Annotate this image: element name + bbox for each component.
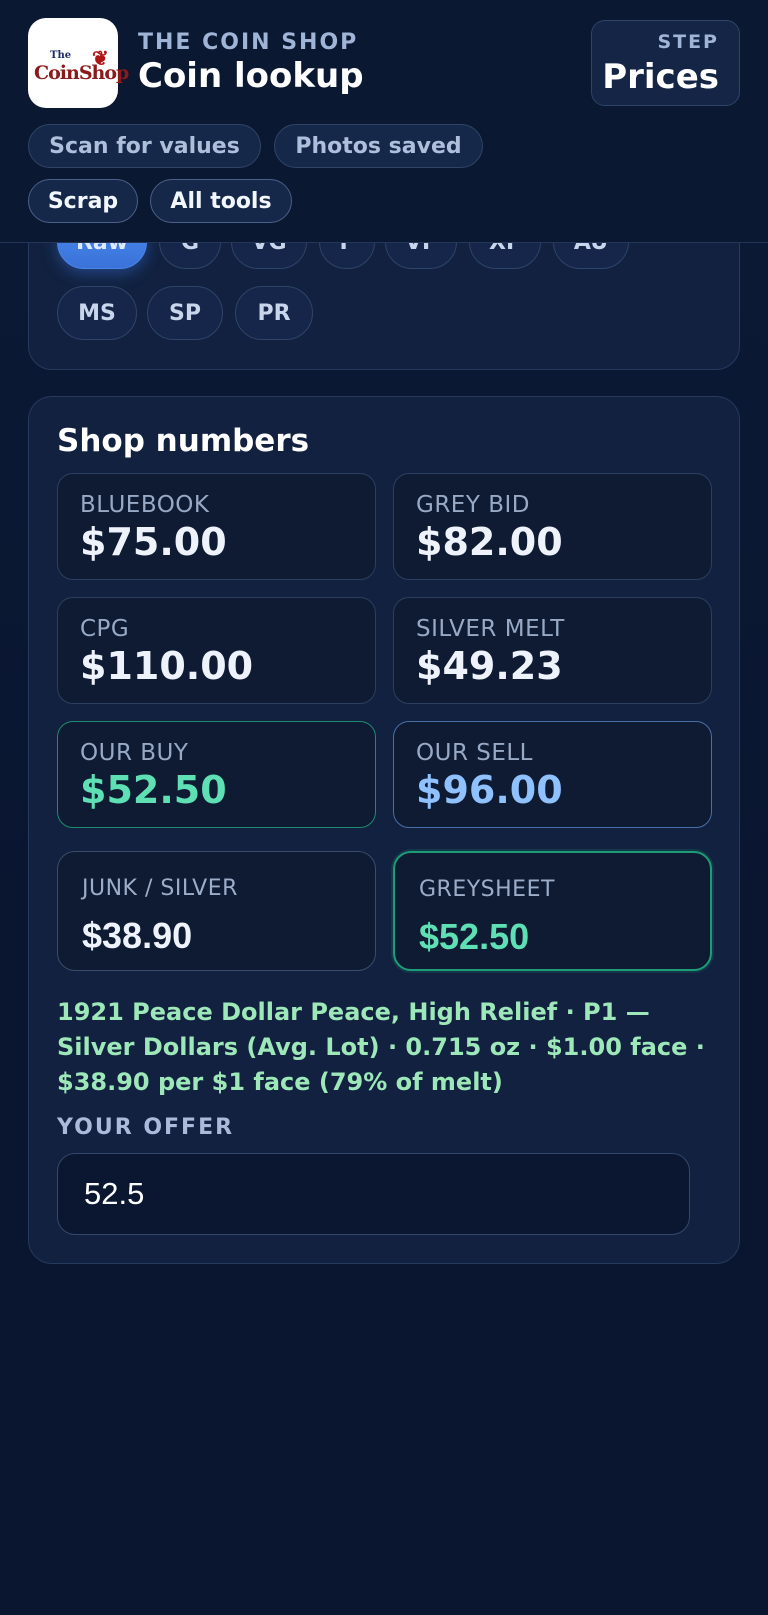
- tile-label: GREYSHEET: [419, 877, 555, 902]
- tile-value: $75.00: [80, 520, 227, 564]
- page: Raw G VG F VF XF AU MS SP PR The CoinSho…: [0, 0, 768, 1615]
- photos-saved-button[interactable]: Photos saved: [274, 124, 483, 168]
- tile-value: $82.00: [416, 520, 563, 564]
- tile-value: $96.00: [416, 768, 563, 812]
- offer-label: YOUR OFFER: [57, 1115, 235, 1140]
- our-buy-tile: OUR BUY $52.50: [57, 721, 376, 828]
- tile-label: SILVER MELT: [416, 616, 565, 642]
- grade-chip-pr[interactable]: PR: [235, 286, 313, 340]
- offer-input[interactable]: [57, 1153, 690, 1235]
- grade-chip-ms[interactable]: MS: [57, 286, 137, 340]
- tile-label: JUNK / SILVER: [82, 876, 238, 901]
- tile-label: OUR SELL: [416, 740, 533, 766]
- tile-value: $110.00: [80, 644, 254, 688]
- grey-bid-tile: GREY BID $82.00: [393, 473, 712, 580]
- page-title: Coin lookup: [138, 56, 364, 96]
- step-indicator: STEP Prices: [591, 20, 740, 106]
- tile-label: GREY BID: [416, 492, 530, 518]
- tile-label: OUR BUY: [80, 740, 189, 766]
- shop-numbers-card: Shop numbers BLUEBOOK $75.00 GREY BID $8…: [28, 396, 740, 1264]
- tile-label: BLUEBOOK: [80, 492, 210, 518]
- brand-kicker: THE COIN SHOP: [138, 30, 359, 55]
- junk-silver-tile[interactable]: JUNK / SILVER $38.90: [57, 851, 376, 971]
- all-tools-button[interactable]: All tools: [150, 179, 292, 223]
- scan-for-values-button[interactable]: Scan for values: [28, 124, 261, 168]
- tile-value: $52.50: [419, 916, 530, 957]
- our-sell-tile: OUR SELL $96.00: [393, 721, 712, 828]
- section-title: Shop numbers: [57, 423, 310, 459]
- step-label: STEP: [657, 31, 719, 53]
- scrap-button[interactable]: Scrap: [28, 179, 138, 223]
- silver-melt-tile: SILVER MELT $49.23: [393, 597, 712, 704]
- tile-label: CPG: [80, 616, 130, 642]
- app-header: The CoinShop ❦ THE COIN SHOP Coin lookup…: [0, 0, 768, 243]
- coin-detail-text: 1921 Peace Dollar Peace, High Relief · P…: [57, 998, 705, 1096]
- tile-value: $49.23: [416, 644, 563, 688]
- grade-chip-sp[interactable]: SP: [147, 286, 223, 340]
- tile-value: $52.50: [80, 768, 227, 812]
- greysheet-tile[interactable]: GREYSHEET $52.50: [393, 851, 712, 971]
- bluebook-tile: BLUEBOOK $75.00: [57, 473, 376, 580]
- shop-logo[interactable]: The CoinShop ❦: [28, 18, 129, 108]
- cpg-tile: CPG $110.00: [57, 597, 376, 704]
- step-value: Prices: [602, 57, 719, 97]
- tile-value: $38.90: [82, 915, 193, 956]
